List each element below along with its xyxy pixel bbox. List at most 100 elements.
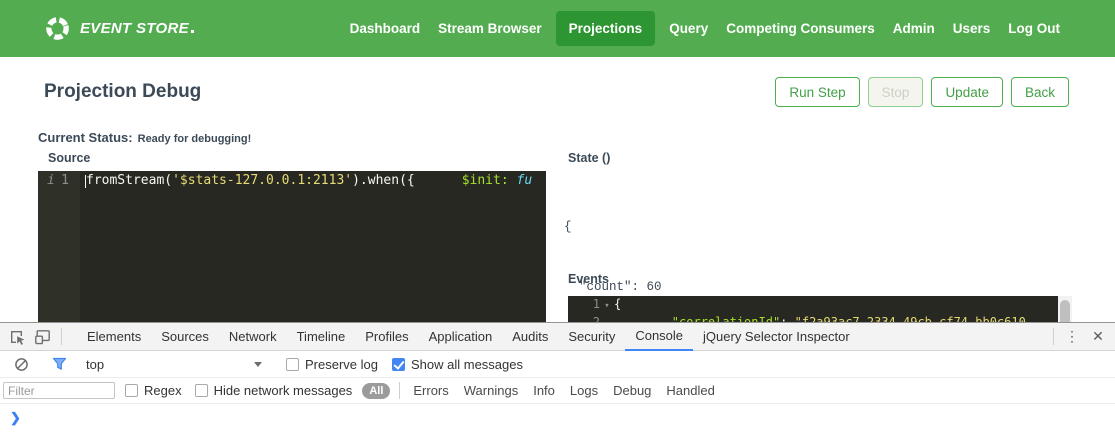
source-heading: Source [48, 151, 90, 165]
filter-level-errors[interactable]: Errors [413, 383, 448, 398]
code-call: fromStream( [86, 173, 172, 188]
nav-item-logout[interactable]: Log Out [999, 11, 1069, 46]
preserve-log-label: Preserve log [305, 357, 378, 372]
events-code: { [614, 296, 621, 314]
events-line-number: 2 [568, 314, 600, 322]
fold-arrow-icon[interactable]: ▾ [600, 296, 614, 314]
update-button[interactable]: Update [931, 77, 1003, 107]
current-status-label: Current Status: [38, 130, 133, 145]
device-toolbar-icon[interactable] [30, 324, 56, 350]
devtools-tab-bar: Elements Sources Network Timeline Profil… [0, 323, 1115, 351]
filter-level-handled[interactable]: Handled [666, 383, 714, 398]
hide-network-label: Hide network messages [214, 383, 353, 398]
tab-jquery-selector-inspector[interactable]: jQuery Selector Inspector [693, 323, 860, 351]
hide-network-checkbox-group[interactable]: Hide network messages [195, 383, 353, 398]
filter-input[interactable] [3, 382, 115, 399]
clear-console-icon[interactable] [8, 351, 34, 377]
events-code: "correlationId": "f2a93ac7-2334-49cb-cf7… [614, 314, 1026, 322]
code-init-key: $init: [462, 173, 517, 188]
filter-separator [399, 382, 400, 399]
info-annotation-icon: i [47, 172, 55, 190]
tab-profiles[interactable]: Profiles [355, 323, 418, 351]
preserve-log-checkbox-group[interactable]: Preserve log [286, 357, 378, 372]
toolbar-separator [61, 328, 62, 345]
current-status-value: Ready for debugging! [138, 133, 252, 145]
page: EVENT STORE Dashboard Stream Browser Pro… [0, 0, 1115, 436]
inspect-element-icon[interactable] [4, 324, 30, 350]
back-button[interactable]: Back [1011, 77, 1069, 107]
main-nav: Dashboard Stream Browser Projections Que… [341, 11, 1069, 46]
code-gap [415, 173, 462, 188]
nav-item-dashboard[interactable]: Dashboard [341, 11, 430, 46]
tab-audits[interactable]: Audits [502, 323, 558, 351]
tab-timeline[interactable]: Timeline [287, 323, 356, 351]
filter-level-logs[interactable]: Logs [570, 383, 598, 398]
toolbar-separator [1053, 328, 1054, 345]
gutter-spacer [600, 314, 614, 322]
code-stream-string: '$stats-127.0.0.1:2113' [172, 173, 352, 188]
main-content: Projection Debug Run Step Stop Update Ba… [0, 57, 1115, 322]
hide-network-checkbox[interactable] [195, 384, 208, 397]
tab-application[interactable]: Application [419, 323, 503, 351]
tab-elements[interactable]: Elements [77, 323, 151, 351]
action-buttons: Run Step Stop Update Back [775, 77, 1069, 107]
regex-label: Regex [144, 383, 182, 398]
source-code-line: fromStream('$stats-127.0.0.1:2113').when… [80, 171, 546, 322]
events-scrollbar[interactable] [1058, 296, 1072, 322]
nav-item-admin[interactable]: Admin [884, 11, 944, 46]
events-line-2: 2 "correlationId": "f2a93ac7-2334-49cb-c… [568, 314, 1072, 322]
console-filter-bar: Regex Hide network messages All Errors W… [0, 378, 1115, 404]
nav-item-stream-browser[interactable]: Stream Browser [429, 11, 551, 46]
filter-level-info[interactable]: Info [533, 383, 555, 398]
execution-context-value: top [86, 357, 104, 372]
filter-level-warnings[interactable]: Warnings [464, 383, 518, 398]
console-prompt-icon[interactable]: ❯ [10, 410, 21, 426]
show-all-messages-label: Show all messages [411, 357, 523, 372]
source-editor-gutter: i 1 [38, 171, 80, 322]
show-all-messages-checkbox[interactable] [392, 358, 405, 371]
run-step-button[interactable]: Run Step [775, 77, 859, 107]
events-line-number: 1 [568, 296, 600, 314]
events-line-1: 1 ▾ { [568, 296, 1072, 314]
current-status: Current Status: Ready for debugging! [38, 129, 251, 147]
close-glyph: ✕ [1092, 328, 1104, 345]
tab-sources[interactable]: Sources [151, 323, 219, 351]
events-json-editor[interactable]: 1 ▾ { 2 "correlationId": "f2a93ac7-2334-… [568, 296, 1072, 322]
execution-context-select[interactable]: top [86, 357, 268, 372]
events-heading: Events [568, 272, 609, 286]
page-title: Projection Debug [44, 81, 201, 103]
regex-checkbox[interactable] [125, 384, 138, 397]
tab-network[interactable]: Network [219, 323, 287, 351]
events-json-key: "correlationId" [614, 315, 780, 322]
nav-item-users[interactable]: Users [944, 11, 1000, 46]
filter-level-all-badge[interactable]: All [362, 383, 390, 399]
nav-item-competing-consumers[interactable]: Competing Consumers [717, 11, 884, 46]
nav-item-query[interactable]: Query [660, 11, 717, 46]
events-json-value: "f2a93ac7-2334-49cb-cf74-bb0c610 [795, 315, 1026, 322]
event-store-logo[interactable]: EVENT STORE [44, 15, 194, 42]
filter-icon[interactable] [46, 351, 72, 377]
regex-checkbox-group[interactable]: Regex [125, 383, 182, 398]
overflow-menu-icon[interactable]: ⋮ [1059, 324, 1085, 350]
console-output-area[interactable]: ❯ [0, 404, 1115, 436]
dropdown-arrow-icon [254, 362, 262, 367]
nav-item-projections[interactable]: Projections [556, 11, 656, 46]
source-code-editor[interactable]: i 1 fromStream('$stats-127.0.0.1:2113').… [38, 171, 546, 322]
devtools-panel: Elements Sources Network Timeline Profil… [0, 322, 1115, 436]
close-devtools-icon[interactable]: ✕ [1085, 324, 1111, 350]
state-json-line: { [564, 217, 662, 237]
stop-button: Stop [868, 77, 924, 107]
top-navbar: EVENT STORE Dashboard Stream Browser Pro… [0, 0, 1115, 57]
state-heading: State () [568, 151, 610, 165]
event-store-logo-text: EVENT STORE [80, 20, 194, 37]
code-function-keyword: fu [517, 173, 533, 188]
events-scrollbar-thumb[interactable] [1060, 300, 1070, 322]
preserve-log-checkbox[interactable] [286, 358, 299, 371]
tab-console[interactable]: Console [625, 323, 693, 351]
filter-level-debug[interactable]: Debug [613, 383, 651, 398]
tab-security[interactable]: Security [558, 323, 625, 351]
console-toolbar: top Preserve log Show all messages [0, 351, 1115, 378]
show-all-messages-checkbox-group[interactable]: Show all messages [392, 357, 523, 372]
overflow-menu-glyph: ⋮ [1065, 328, 1079, 345]
code-chain: ).when({ [352, 173, 415, 188]
